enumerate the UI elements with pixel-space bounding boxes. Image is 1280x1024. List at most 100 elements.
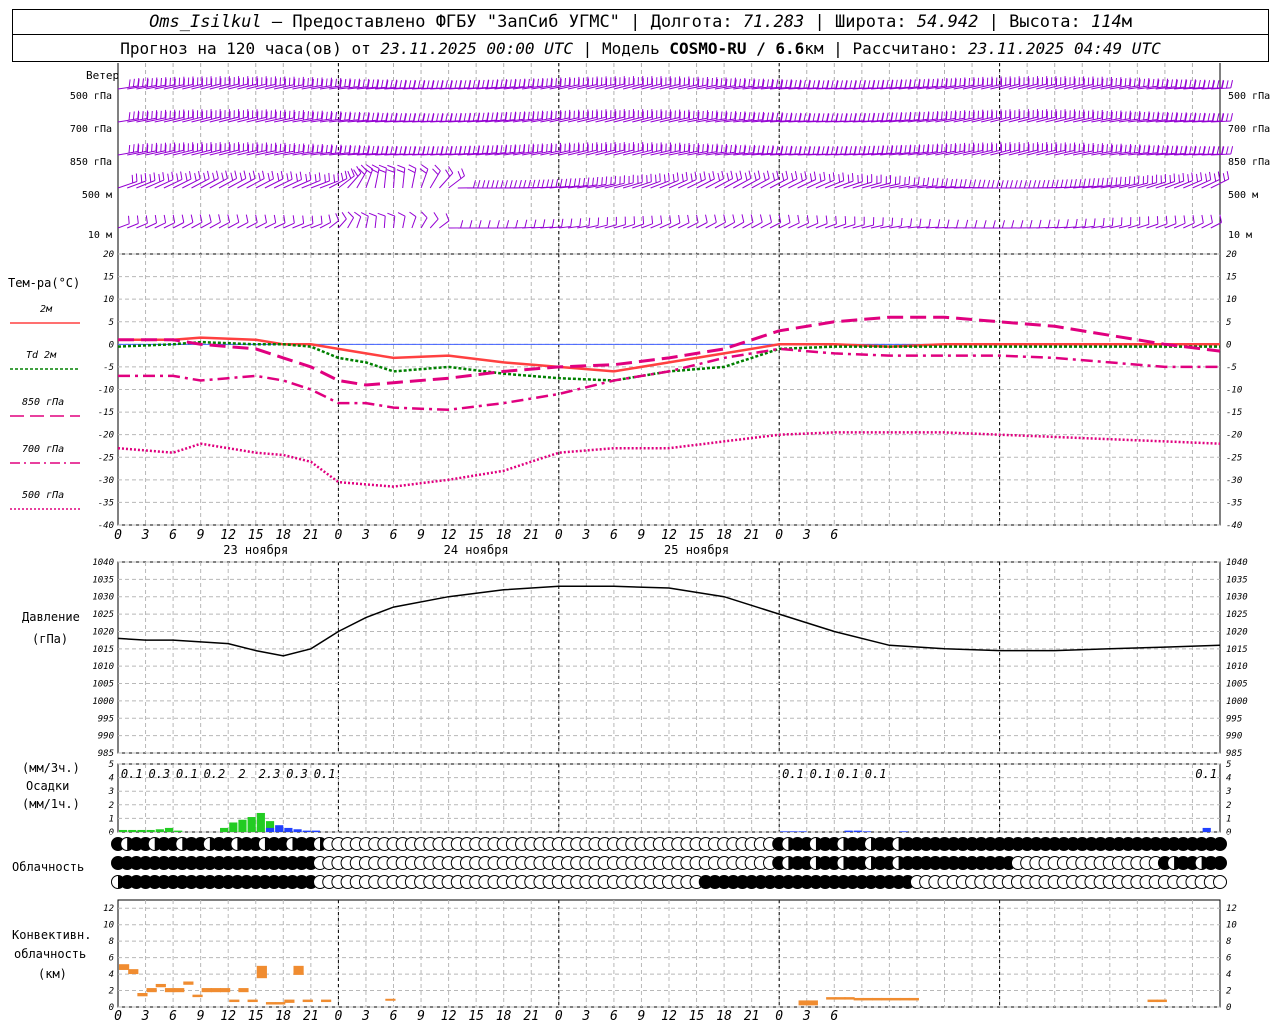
hour-tick-label: 15: [689, 528, 705, 543]
temp-tick-right: -25: [1226, 453, 1242, 463]
temp-legend-label: Td 2м: [26, 350, 57, 361]
precip-tick-right: 2: [1226, 801, 1231, 811]
wind-barb: [117, 215, 130, 229]
wind-barb: [880, 217, 894, 229]
pressure-tick-right: 1005: [1226, 680, 1248, 690]
cloud-symbol-overcast: [1213, 856, 1227, 870]
precip-bar-snow: [284, 827, 293, 832]
conv-tick-left: 4: [109, 970, 114, 980]
temp-tick-right: -40: [1226, 521, 1242, 531]
precip-bar-rain: [146, 829, 155, 832]
conv-cloud-cell: [293, 965, 304, 975]
precip-bar-snow: [844, 830, 853, 832]
wind-barb: [595, 217, 608, 229]
conv-cloud-cell: [119, 964, 130, 970]
pressure-tick-left: 1000: [92, 697, 114, 707]
precip-tick-right: 1: [1226, 814, 1231, 824]
cloud-symbol-overcast: [1213, 837, 1227, 851]
hour-tick-label: 9: [197, 528, 205, 543]
wind-barb: [705, 170, 724, 189]
conv-cloud-cell: [385, 998, 396, 1001]
hour-tick-label: 6: [169, 528, 177, 543]
temp-tick-right: -15: [1226, 408, 1242, 418]
hour-tick-label: 3: [361, 528, 370, 543]
precip-tick-right: 3: [1225, 787, 1231, 797]
precip-bar-rain: [155, 829, 164, 832]
temp-tick-left: -25: [98, 453, 114, 463]
conv-cloud-cell: [881, 997, 892, 1001]
precip-bar-rain: [174, 830, 183, 832]
hour-tick-label: 6: [390, 528, 398, 543]
conv-cloud-cell: [128, 969, 139, 975]
wind-barb: [1128, 216, 1141, 229]
wind-barb: [1027, 219, 1042, 229]
precip-3h-total: 2: [238, 767, 245, 781]
hour-tick-label: 6: [610, 528, 618, 543]
conv-cloud-cell: [146, 988, 157, 993]
hour-tick-label: 18: [496, 528, 512, 543]
temp-tick-right: 5: [1226, 318, 1231, 328]
precip-bar-snow: [853, 830, 862, 832]
wind-barb: [370, 164, 380, 189]
date-label: 24 ноября: [444, 543, 509, 557]
pressure-tick-right: 1010: [1226, 662, 1248, 672]
wind-barb: [1063, 218, 1078, 229]
pressure-unit: (гПа): [32, 632, 68, 646]
temp-tick-left: -20: [98, 431, 114, 441]
wind-barb: [1109, 217, 1123, 229]
hour-tick-label: 12: [661, 528, 677, 543]
wind-barb: [354, 211, 362, 229]
temp-legend-label: 700 гПа: [22, 444, 64, 455]
conv-cloud-cell: [302, 999, 313, 1003]
wind-barb: [429, 164, 441, 189]
conv-cloud-cell: [256, 965, 267, 979]
wind-barb: [1045, 219, 1060, 229]
conv-title-1: Конвективн.: [12, 928, 91, 942]
hour-tick-label-bottom: 0: [334, 1009, 342, 1024]
temp-tick-left: 20: [103, 250, 114, 260]
precip-3h-total: 2.3: [259, 767, 281, 781]
precip-3h-total: 0.1: [314, 767, 336, 781]
cloud-title: Облачность: [12, 860, 84, 874]
hour-tick-label-bottom: 9: [197, 1009, 205, 1024]
pressure-tick-right: 985: [1226, 749, 1242, 759]
hour-tick-label-bottom: 18: [716, 1009, 732, 1024]
hour-tick-label-bottom: 9: [638, 1009, 646, 1024]
conv-cloud-cell: [826, 997, 837, 1000]
precip-tick-left: 2: [109, 801, 114, 811]
temp-tick-right: 0: [1226, 340, 1231, 350]
wind-barb: [200, 214, 212, 229]
conv-cloud-cell: [908, 997, 919, 1001]
temp-legend-label: 2м: [40, 304, 53, 315]
wind-barb: [1118, 217, 1132, 229]
wind-level-label: 850 гПа: [70, 157, 112, 168]
pressure-tick-left: 1030: [92, 593, 114, 603]
wind-barb: [953, 219, 969, 229]
wind-barb: [503, 219, 519, 229]
wind-barb: [409, 211, 417, 229]
conv-cloud-cell: [265, 1002, 277, 1005]
hour-tick-label: 21: [523, 528, 539, 543]
precip-bar-snow: [789, 831, 798, 832]
wind-barb: [971, 220, 987, 229]
conv-cloud-cell: [247, 999, 258, 1003]
conv-tick-right: 10: [1226, 921, 1237, 931]
wind-barb: [1137, 216, 1150, 229]
hour-tick-label-bottom: 0: [775, 1009, 783, 1024]
wind-barb: [870, 217, 884, 229]
conv-cloud-cell: [137, 993, 148, 997]
hour-tick-label-bottom: 21: [744, 1009, 760, 1024]
hour-tick-label: 15: [248, 528, 264, 543]
precip-title: Осадки: [26, 779, 69, 793]
precip-tick-left: 1: [109, 814, 114, 824]
temp-tick-left: -40: [98, 521, 114, 531]
pressure-tick-left: 1005: [92, 680, 114, 690]
wind-barb: [429, 212, 439, 229]
pressure-tick-left: 985: [98, 749, 114, 759]
pressure-tick-right: 1015: [1226, 645, 1248, 655]
precip-bar-snow: [899, 831, 908, 832]
precip-3h-total: 0.1: [782, 767, 804, 781]
wind-barb: [439, 166, 454, 189]
pressure-tick-left: 1035: [92, 575, 114, 585]
conv-tick-right: 0: [1226, 1003, 1231, 1013]
